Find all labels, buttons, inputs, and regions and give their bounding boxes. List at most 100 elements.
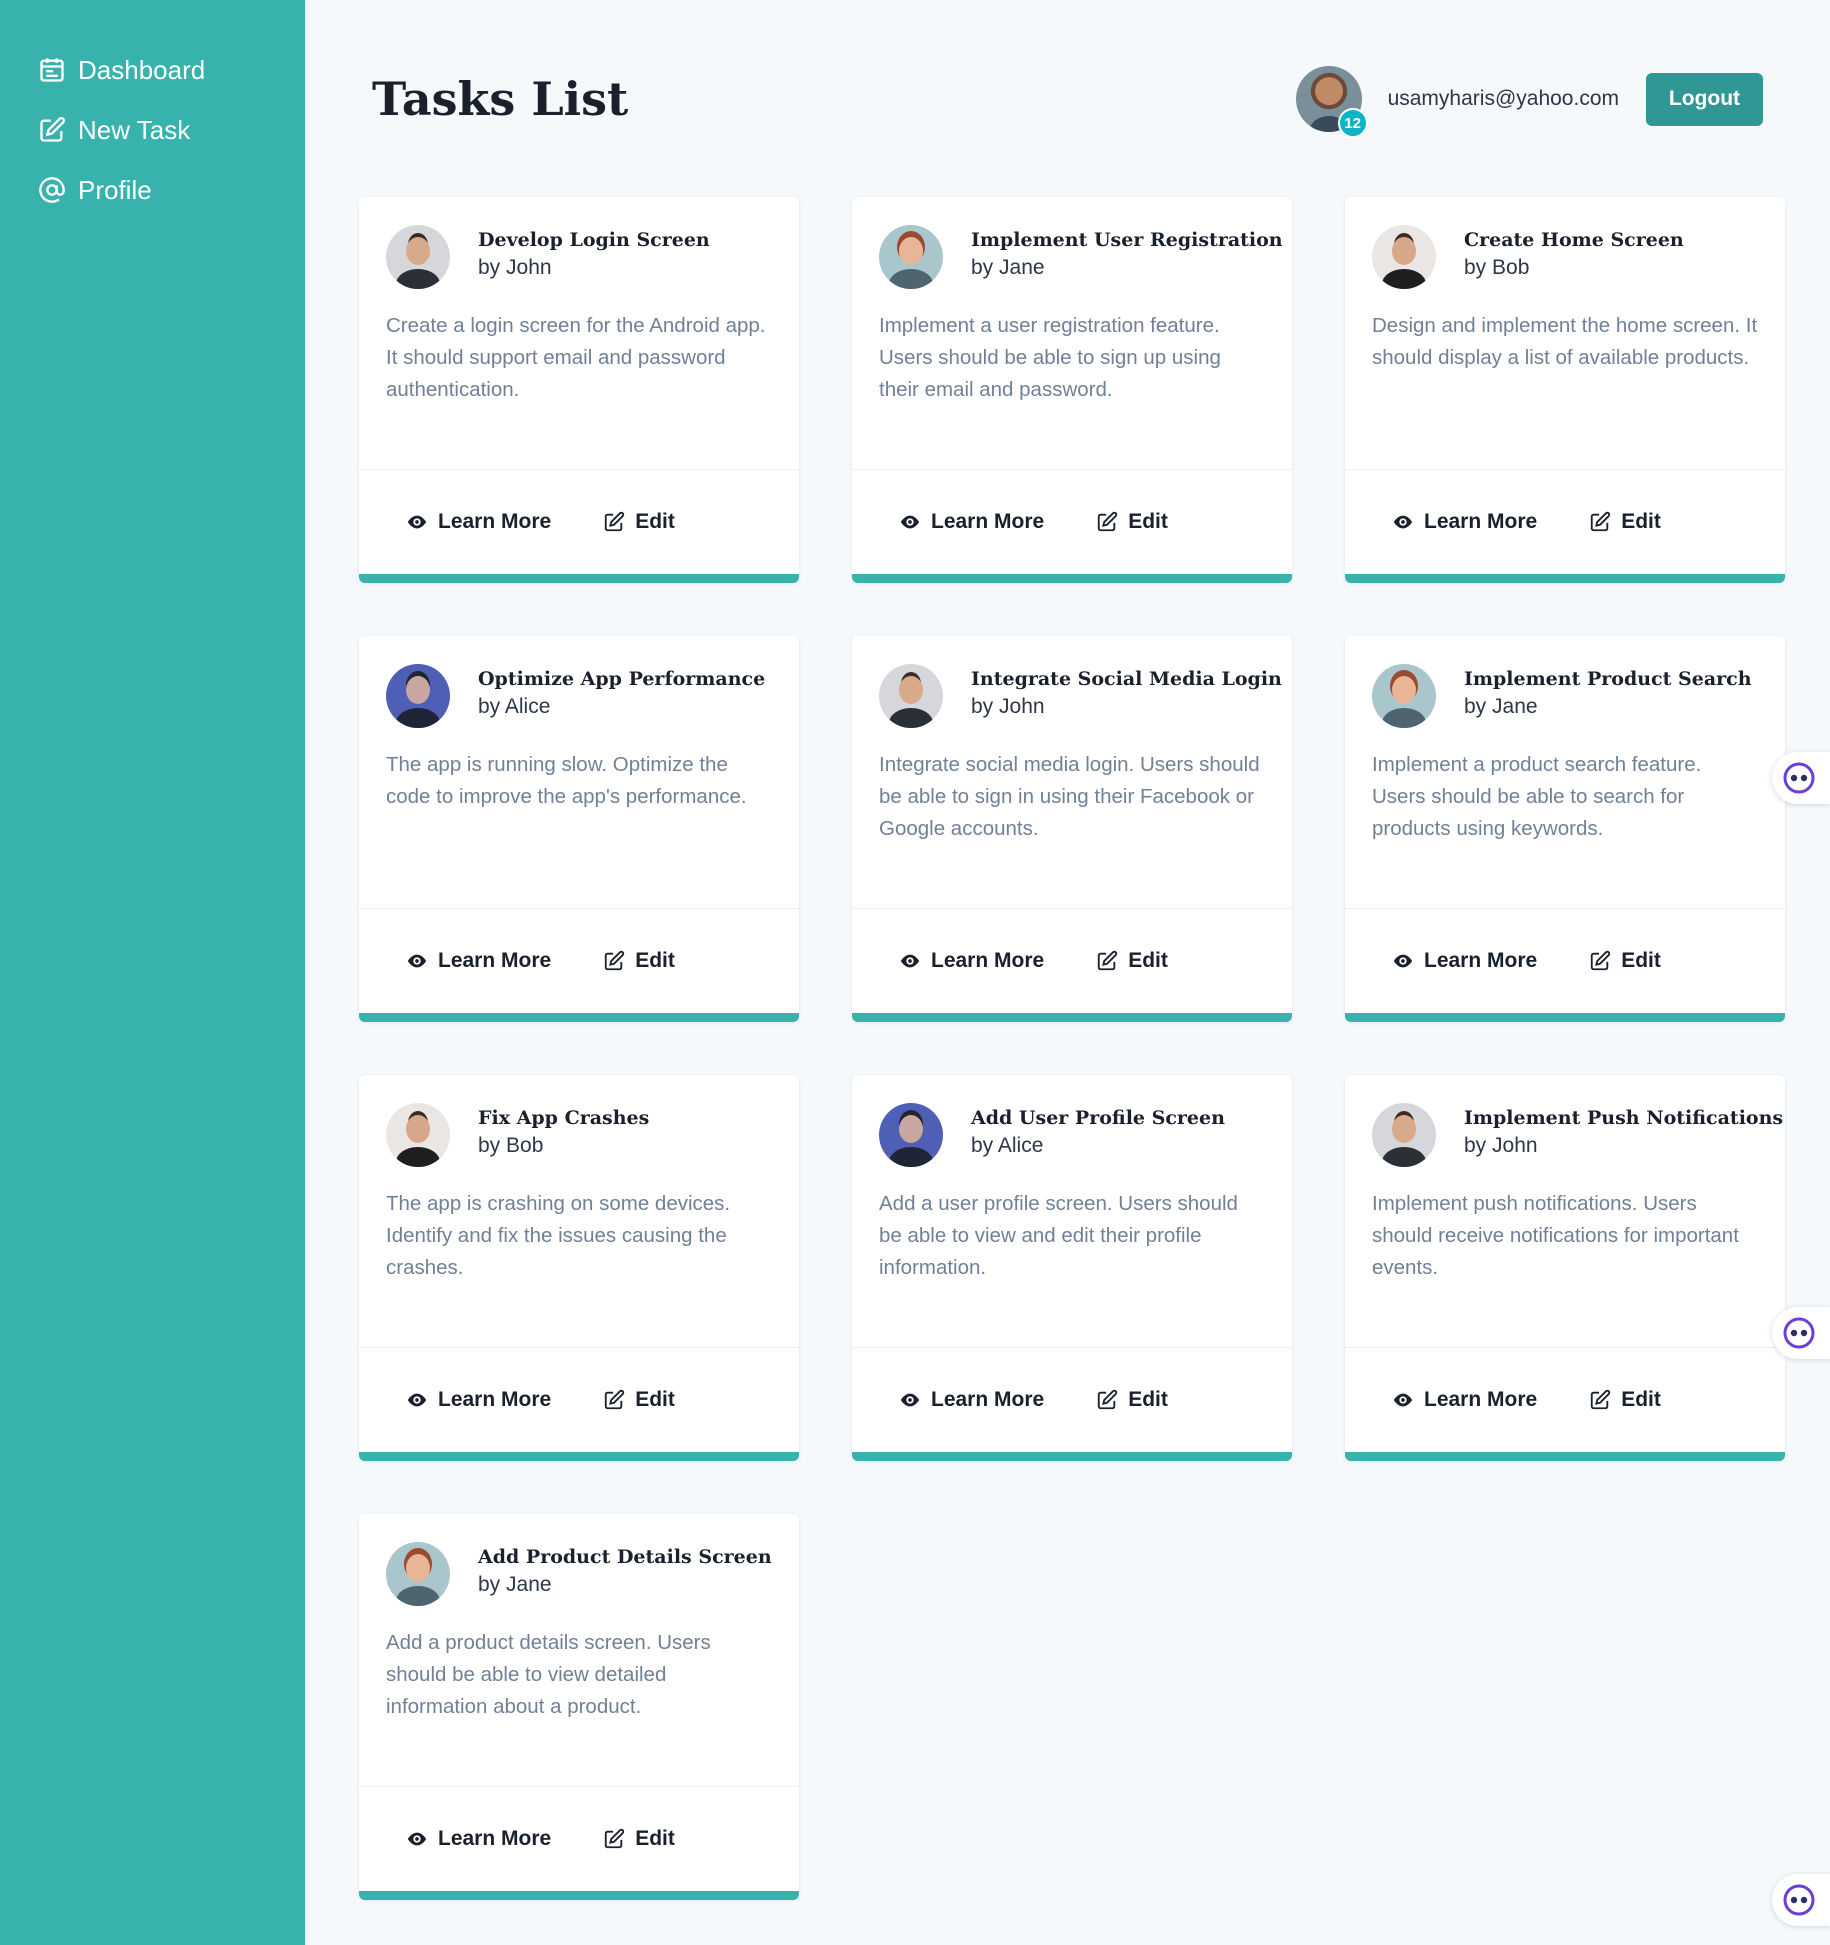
task-title: Optimize App Performance xyxy=(478,668,766,690)
task-author: by Jane xyxy=(1464,695,1538,718)
at-icon xyxy=(38,176,66,204)
floating-assistant-button[interactable] xyxy=(1772,1307,1830,1359)
learn-more-button[interactable]: Learn More xyxy=(406,949,551,973)
task-title: Implement Product Search xyxy=(1464,668,1752,690)
floating-assistant-button[interactable] xyxy=(1772,752,1830,804)
edit-button[interactable]: Edit xyxy=(1096,949,1168,973)
learn-more-label: Learn More xyxy=(931,1388,1045,1411)
learn-more-button[interactable]: Learn More xyxy=(899,949,1044,973)
user-avatar[interactable]: 12 xyxy=(1295,66,1368,138)
card-header: Create Home Screen by Bob xyxy=(1345,197,1785,310)
task-title: Implement User Registration xyxy=(971,229,1283,251)
eye-icon xyxy=(900,1393,920,1407)
calendar-icon xyxy=(38,56,66,84)
task-description: Implement a user registration feature. U… xyxy=(879,314,1221,401)
edit-icon xyxy=(1591,950,1611,971)
logout-button[interactable]: Logout xyxy=(1646,72,1763,126)
task-author: by John xyxy=(478,256,552,279)
task-description: Integrate social media login. Users shou… xyxy=(879,753,1260,840)
sidebar-item-new-task[interactable]: New Task xyxy=(0,100,305,160)
assistant-icon xyxy=(1783,1884,1815,1916)
edit-button[interactable]: Edit xyxy=(603,949,675,973)
edit-icon xyxy=(1591,511,1611,532)
edit-label: Edit xyxy=(1128,949,1168,972)
task-card: Develop Login Screen by John Create a lo… xyxy=(359,197,799,583)
learn-more-button[interactable]: Learn More xyxy=(406,1827,551,1851)
card-actions: Learn More Edit xyxy=(1345,470,1785,574)
learn-more-button[interactable]: Learn More xyxy=(899,1388,1044,1412)
learn-more-button[interactable]: Learn More xyxy=(1392,1388,1537,1412)
edit-icon xyxy=(605,511,625,532)
card-header: Add User Profile Screen by Alice xyxy=(852,1075,1292,1188)
edit-button[interactable]: Edit xyxy=(603,1388,675,1412)
learn-more-label: Learn More xyxy=(438,1827,552,1850)
floating-assistant-button[interactable] xyxy=(1772,1874,1830,1926)
task-author: by John xyxy=(1464,1134,1538,1157)
edit-button[interactable]: Edit xyxy=(603,510,675,534)
edit-button[interactable]: Edit xyxy=(603,1827,675,1851)
learn-more-button[interactable]: Learn More xyxy=(1392,510,1537,534)
learn-more-label: Learn More xyxy=(438,510,552,533)
task-description: Add a user profile screen. Users should … xyxy=(879,1192,1238,1279)
notification-badge: 12 xyxy=(1337,108,1368,138)
edit-button[interactable]: Edit xyxy=(1589,1388,1661,1412)
edit-label: Edit xyxy=(635,949,675,972)
sidebar-item-dashboard[interactable]: Dashboard xyxy=(0,40,305,100)
edit-label: Edit xyxy=(635,1827,675,1850)
task-description: Implement push notifications. Users shou… xyxy=(1372,1192,1739,1279)
task-title: Fix App Crashes xyxy=(478,1107,650,1129)
task-card: Implement User Registration by Jane Impl… xyxy=(852,197,1292,583)
learn-more-button[interactable]: Learn More xyxy=(406,510,551,534)
card-header: Fix App Crashes by Bob xyxy=(359,1075,799,1188)
learn-more-button[interactable]: Learn More xyxy=(899,510,1044,534)
author-avatar xyxy=(879,225,943,289)
edit-icon xyxy=(1098,950,1118,971)
card-actions: Learn More Edit xyxy=(359,909,799,1013)
card-actions: Learn More Edit xyxy=(852,470,1292,574)
edit-button[interactable]: Edit xyxy=(1096,510,1168,534)
card-header: Implement Product Search by Jane xyxy=(1345,636,1785,749)
learn-more-label: Learn More xyxy=(438,1388,552,1411)
task-card: Fix App Crashes by Bob The app is crashi… xyxy=(359,1075,799,1461)
edit-button[interactable]: Edit xyxy=(1589,510,1661,534)
edit-button[interactable]: Edit xyxy=(1589,949,1661,973)
assistant-icon xyxy=(1783,762,1815,794)
card-header: Develop Login Screen by John xyxy=(359,197,799,310)
task-card: Integrate Social Media Login by John Int… xyxy=(852,636,1292,1022)
learn-more-button[interactable]: Learn More xyxy=(1392,949,1537,973)
sidebar: Dashboard New Task Profile xyxy=(0,0,305,1945)
edit-label: Edit xyxy=(1128,510,1168,533)
task-title: Add Product Details Screen xyxy=(478,1546,772,1568)
card-header: Optimize App Performance by Alice xyxy=(359,636,799,749)
sidebar-item-profile[interactable]: Profile xyxy=(0,160,305,220)
task-author: by Alice xyxy=(478,695,551,718)
edit-icon xyxy=(38,116,66,144)
task-description: The app is running slow. Optimize the co… xyxy=(386,753,747,808)
card-actions: Learn More Edit xyxy=(359,1348,799,1452)
card-actions: Learn More Edit xyxy=(1345,909,1785,1013)
task-title: Create Home Screen xyxy=(1464,229,1684,251)
task-title: Implement Push Notifications xyxy=(1464,1107,1784,1129)
user-email: usamyharis@yahoo.com xyxy=(1387,87,1619,110)
learn-more-label: Learn More xyxy=(931,949,1045,972)
author-avatar xyxy=(386,1542,450,1606)
edit-label: Edit xyxy=(635,1388,675,1411)
eye-icon xyxy=(1393,515,1413,529)
edit-icon xyxy=(1591,1389,1611,1410)
eye-icon xyxy=(1393,1393,1413,1407)
eye-icon xyxy=(407,1393,427,1407)
edit-label: Edit xyxy=(1621,510,1661,533)
learn-more-label: Learn More xyxy=(438,949,552,972)
edit-label: Edit xyxy=(1621,1388,1661,1411)
edit-label: Edit xyxy=(1621,949,1661,972)
card-header: Add Product Details Screen by Jane xyxy=(359,1514,799,1627)
eye-icon xyxy=(900,954,920,968)
author-avatar xyxy=(386,225,450,289)
task-card: Implement Product Search by Jane Impleme… xyxy=(1345,636,1785,1022)
learn-more-label: Learn More xyxy=(931,510,1045,533)
task-description: Implement a product search feature. User… xyxy=(1372,753,1702,840)
edit-label: Edit xyxy=(635,510,675,533)
learn-more-button[interactable]: Learn More xyxy=(406,1388,551,1412)
task-author: by Alice xyxy=(971,1134,1044,1157)
edit-button[interactable]: Edit xyxy=(1096,1388,1168,1412)
